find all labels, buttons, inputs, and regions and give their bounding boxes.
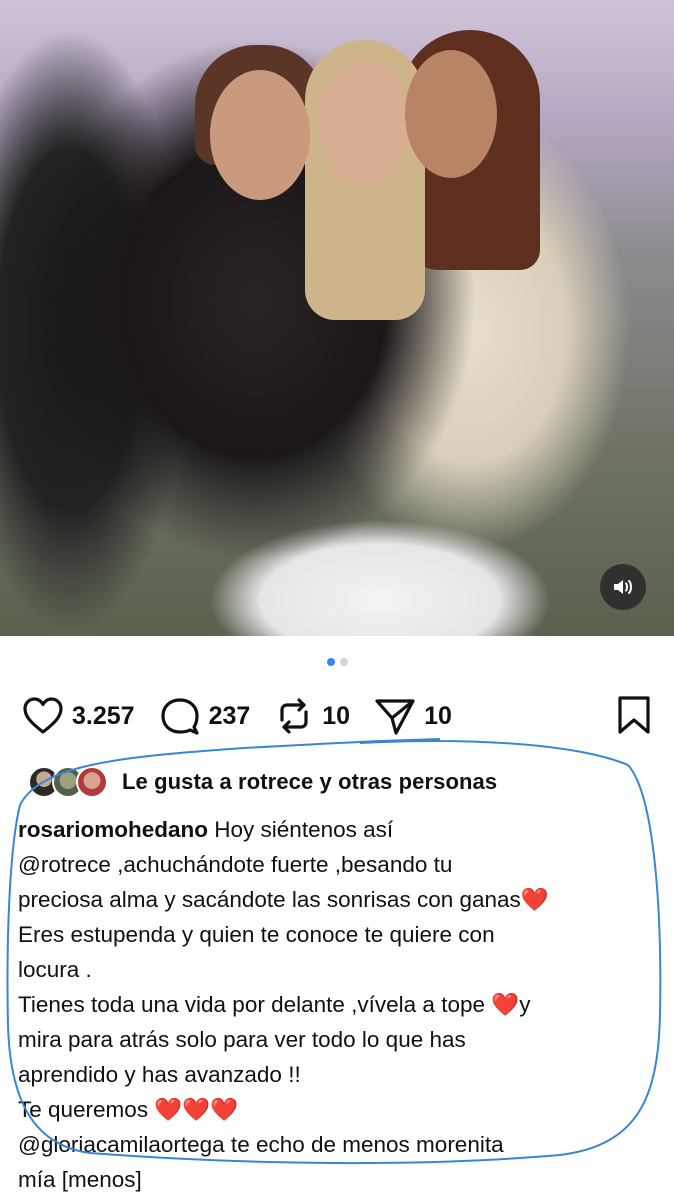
send-icon [375,699,415,735]
sound-toggle-button[interactable] [600,564,646,610]
avatar [76,766,108,798]
photo-face [210,70,310,200]
carousel-dot-active [326,658,335,666]
caption-line: mía [menos] [18,1167,142,1192]
comment-button[interactable]: 237 [159,696,251,736]
photo-face [318,60,410,185]
liked-by-others[interactable]: otras personas [338,769,497,794]
liked-by-text: Le gusta a rotrece y otras personas [122,769,497,795]
post-photo[interactable] [0,0,674,636]
caption-line: preciosa alma y sacándote las sonrisas c… [18,887,549,912]
bookmark-icon [618,696,650,734]
photo-face [405,50,497,178]
liker-avatars [28,766,108,798]
caption-line: Eres estupenda y quien te conoce te quie… [18,922,495,947]
action-bar: 3.257 237 10 10 [22,693,652,739]
share-button[interactable]: 10 [374,696,452,736]
liked-by-row[interactable]: Le gusta a rotrece y otras personas [28,762,497,802]
like-count: 3.257 [72,701,135,730]
repost-icon [280,698,308,734]
caption-line: aprendido y has avanzado !! [18,1062,301,1087]
carousel-dot [339,658,348,666]
liked-by-user[interactable]: rotrece [238,769,313,794]
save-button[interactable] [616,695,652,740]
caption-line: Te queremos ❤️❤️❤️ [18,1097,239,1122]
caption-line: rosariomohedano Hoy siéntenos así [18,812,663,847]
caption-line: locura . [18,957,92,982]
caption-line: Tienes toda una vida por delante ,vívela… [18,992,531,1017]
heart-icon [23,697,63,734]
caption-line: mira para atrás solo para ver todo lo qu… [18,1027,466,1052]
speaker-icon [614,580,632,594]
comment-count: 237 [208,701,251,730]
caption-username[interactable]: rosariomohedano [18,817,208,842]
liked-by-connector: y [313,769,339,794]
repost-count: 10 [322,701,351,730]
post-caption: rosariomohedano Hoy siéntenos así @rotre… [18,812,663,1197]
comment-icon [160,698,199,735]
liked-by-prefix: Le gusta a [122,769,239,794]
like-button[interactable]: 3.257 [22,696,135,736]
carousel-indicator [0,658,674,666]
caption-line: @rotrece ,achuchándote fuerte ,besando t… [18,852,453,877]
share-count: 10 [424,701,452,730]
caption-text: Hoy siéntenos así [208,817,394,842]
repost-button[interactable]: 10 [274,696,350,736]
caption-line: @gloriacamilaortega te echo de menos mor… [18,1132,504,1157]
